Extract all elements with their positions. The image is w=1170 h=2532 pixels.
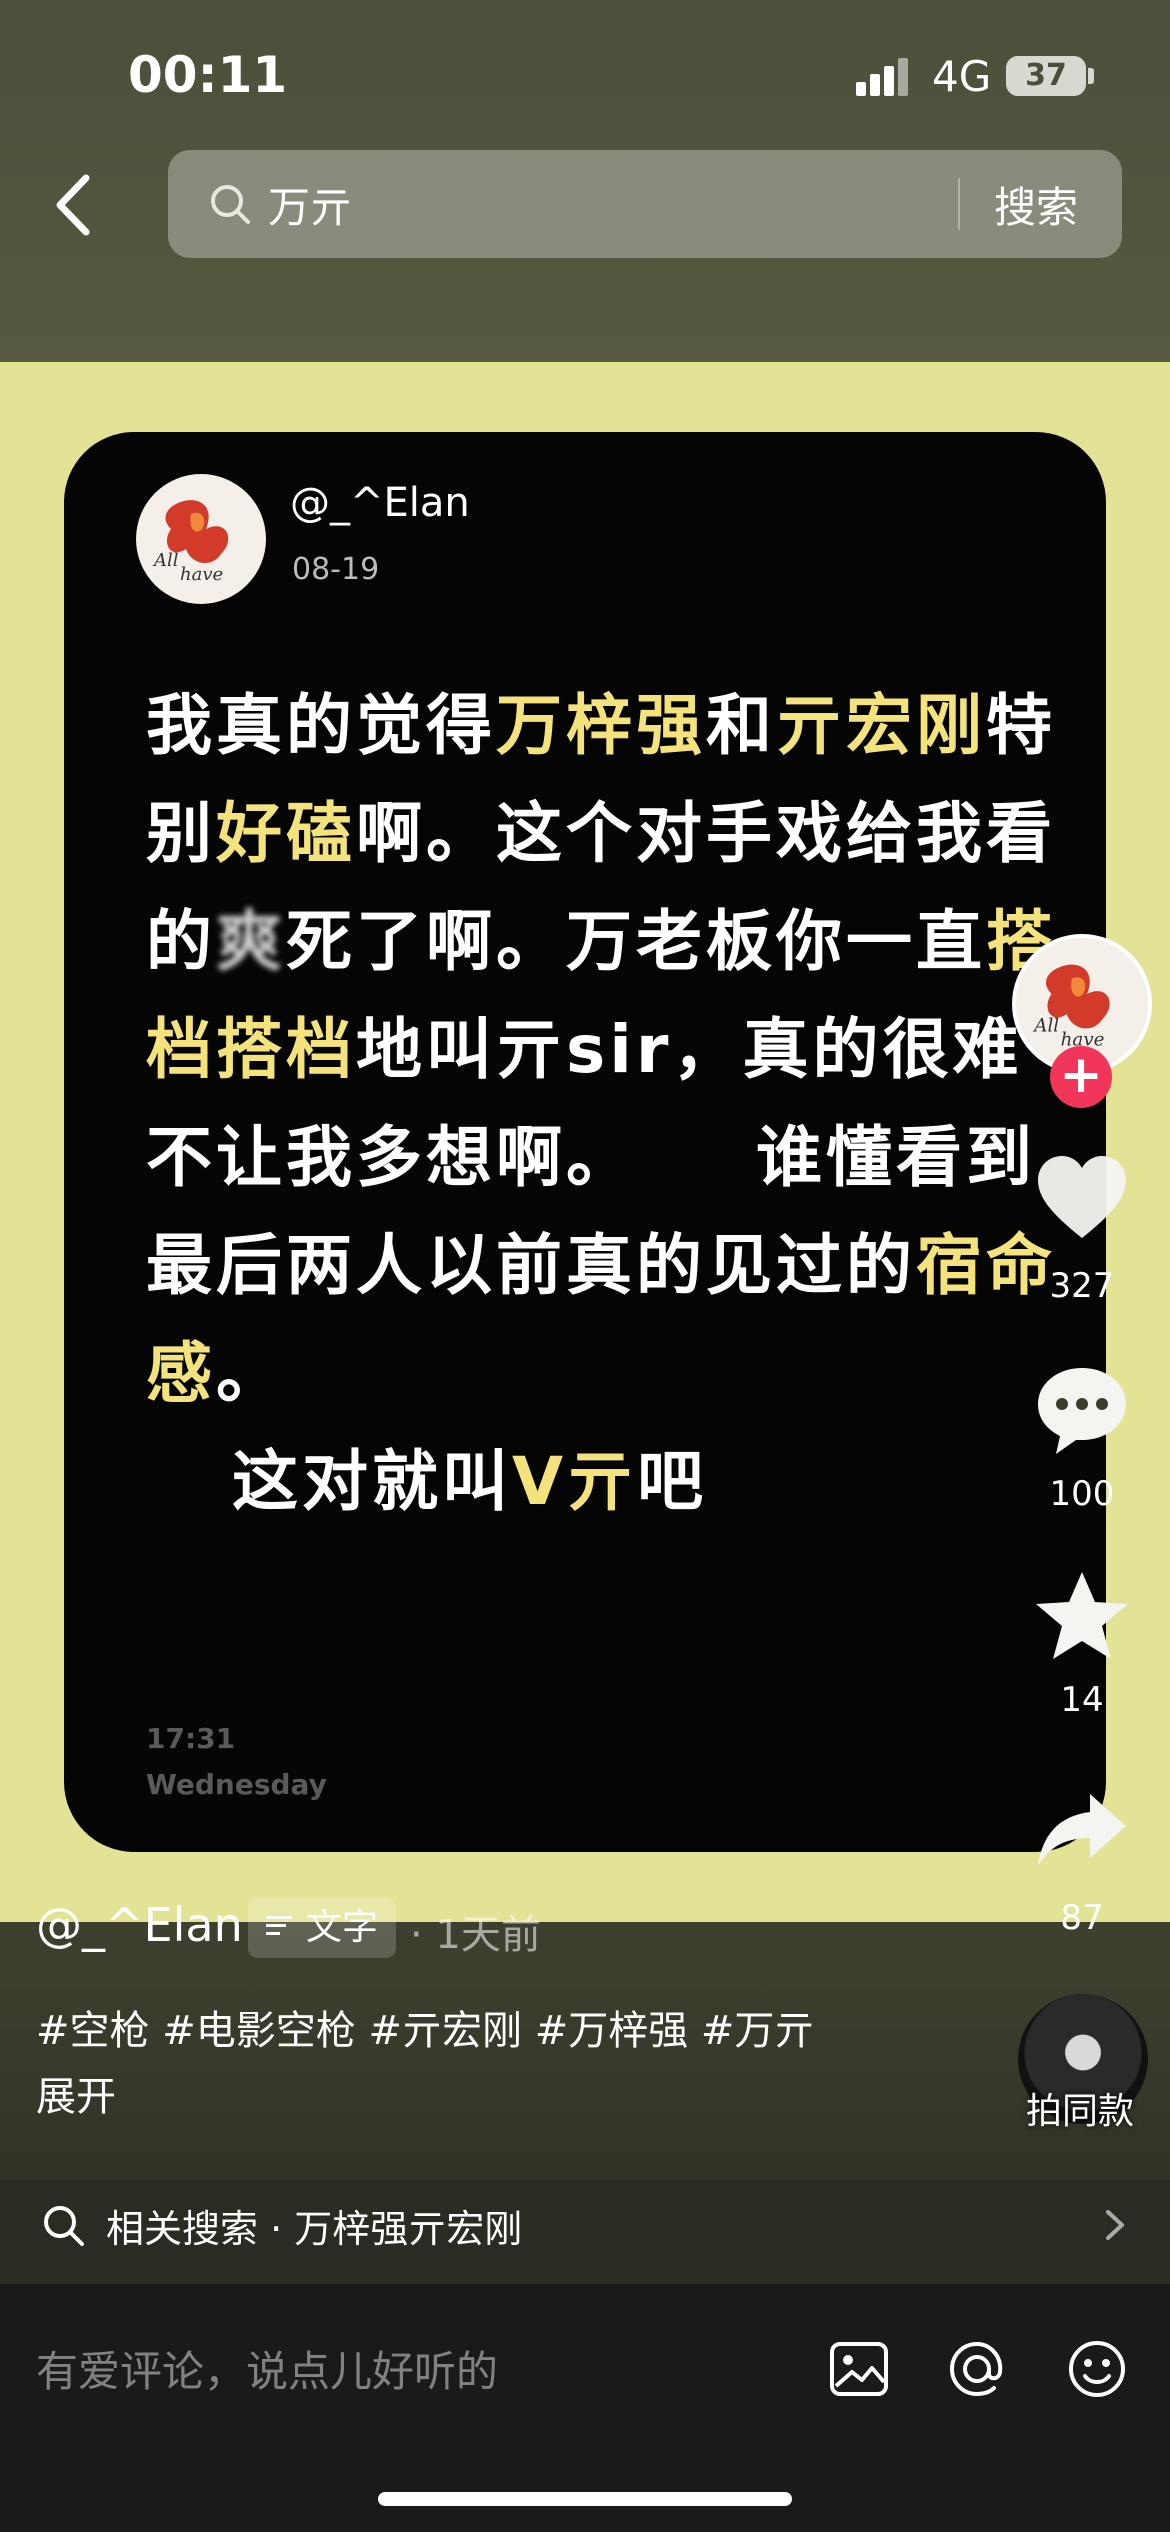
search-input[interactable] — [268, 174, 868, 234]
status-time: 00:11 — [128, 46, 288, 104]
blurred-text: 爽 — [216, 903, 286, 980]
highlight-text: 亓宏刚 — [776, 687, 986, 764]
post-time: · 1天前 — [410, 1912, 541, 1958]
chevron-right-icon[interactable] — [1104, 2208, 1126, 2242]
text-seg: 这对就叫 — [232, 1443, 512, 1520]
battery-tip — [1088, 68, 1094, 84]
search-icon — [44, 2206, 84, 2246]
comment-count: 100 — [1049, 1474, 1115, 1514]
search-box[interactable]: 搜索 — [168, 150, 1122, 258]
heart-icon[interactable] — [1032, 1150, 1132, 1250]
svg-text:All: All — [152, 550, 179, 571]
signal-icon — [856, 56, 916, 96]
use-sound-label[interactable]: 拍同款 — [1026, 2082, 1134, 2134]
highlight-text: 万梓强 — [496, 687, 706, 764]
text-seg: 吧 — [637, 1443, 708, 1520]
highlight-text: 好磕 — [216, 795, 356, 872]
favorite-count: 14 — [1060, 1680, 1104, 1720]
text-tag[interactable]: 文字 — [248, 1898, 397, 1958]
text-seg: 我真的觉得 — [146, 687, 496, 764]
card-clock: 17:31 — [146, 1722, 236, 1755]
expand-button[interactable]: 展开 — [36, 2064, 116, 2122]
battery-icon: 37 — [1006, 56, 1086, 96]
home-indicator[interactable] — [378, 2492, 792, 2506]
star-icon[interactable] — [1032, 1566, 1132, 1666]
search-icon — [211, 185, 250, 224]
highlight-text: V亓 — [512, 1443, 638, 1520]
text-seg: 和 — [706, 687, 776, 764]
avatar-art: All have — [152, 500, 229, 585]
post-card[interactable]: All have @_^Elan 08-19 我真的觉得万梓强和亓宏刚特别好磕啊… — [64, 432, 1106, 1852]
share-count: 87 — [1060, 1898, 1104, 1938]
comment-icon[interactable] — [1032, 1360, 1132, 1460]
text-tag-label: 文字 — [306, 1907, 379, 1948]
related-search-text[interactable]: 相关搜索 · 万梓强亓宏刚 — [106, 2198, 522, 2253]
text-seg: 。 — [216, 1335, 286, 1412]
follow-button[interactable]: + — [1050, 1046, 1112, 1108]
card-avatar: All have — [136, 474, 266, 604]
svg-text:have: have — [180, 564, 223, 585]
network-type: 4G — [932, 52, 992, 101]
back-icon[interactable] — [46, 170, 106, 240]
emoji-icon[interactable] — [1064, 2336, 1130, 2402]
final-line: 这对就叫V亓吧 — [146, 1428, 1066, 1536]
svg-text:All: All — [1032, 1015, 1059, 1036]
search-divider — [958, 178, 960, 230]
card-date: 08-19 — [292, 552, 380, 587]
search-button[interactable]: 搜索 — [994, 174, 1078, 235]
like-count: 327 — [1049, 1266, 1115, 1306]
share-icon[interactable] — [1032, 1780, 1132, 1880]
text-seg: 死了啊。万老板你一直 — [286, 903, 986, 980]
at-icon[interactable] — [944, 2336, 1010, 2402]
caption-username[interactable]: @_^Elan — [36, 1898, 243, 1952]
card-username: @_^Elan — [290, 480, 470, 526]
hashtags[interactable]: #空枪 #电影空枪 #亓宏刚 #万梓强 #万亓 — [36, 1998, 814, 2056]
comment-input[interactable]: 有爱评论，说点儿好听的 — [36, 2338, 498, 2399]
image-icon[interactable] — [826, 2336, 892, 2402]
card-weekday: Wednesday — [146, 1768, 327, 1801]
post-text: 我真的觉得万梓强和亓宏刚特别好磕啊。这个对手戏给我看的爽死了啊。万老板你一直搭档… — [146, 672, 1066, 1536]
text-lines-icon — [266, 1916, 292, 1935]
